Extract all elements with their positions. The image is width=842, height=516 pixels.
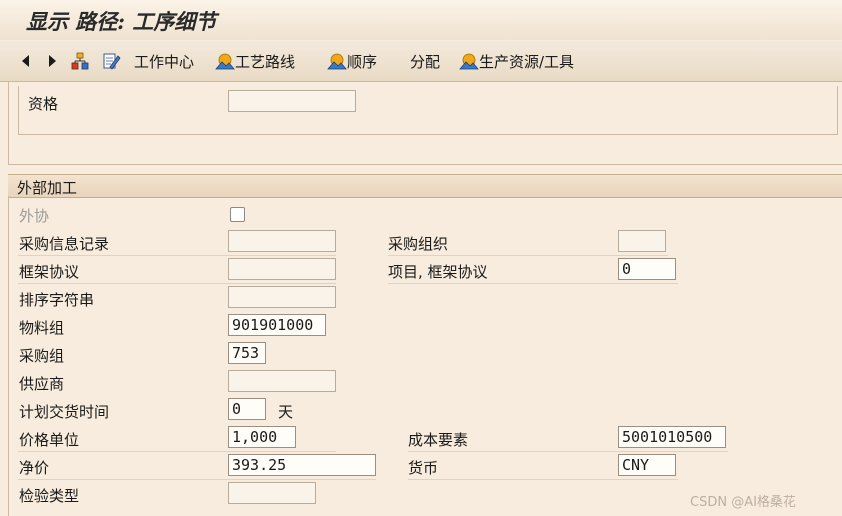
hierarchy-button[interactable]: [70, 41, 90, 81]
row-divider: [18, 479, 376, 480]
landscape-icon: [327, 53, 347, 70]
pencil-document-icon: [103, 53, 121, 70]
material-group-label: 物料组: [19, 319, 65, 337]
edit-button[interactable]: [101, 41, 121, 81]
qualification-label: 资格: [28, 95, 59, 113]
landscape-icon: [459, 53, 479, 70]
triangle-right-icon: [49, 55, 56, 67]
material-group-field[interactable]: 901901000: [228, 314, 326, 336]
work-center-label: 工作中心: [134, 52, 195, 71]
vendor-label: 供应商: [19, 375, 65, 393]
cost-element-field[interactable]: 5001010500: [618, 426, 726, 448]
row-divider: [408, 479, 678, 480]
outline-agreement-label: 框架协议: [19, 263, 80, 281]
outline-agreement-field[interactable]: [228, 258, 336, 280]
vendor-field[interactable]: [228, 370, 336, 392]
work-center-button[interactable]: 工作中心: [134, 41, 194, 81]
purchasing-group-field[interactable]: 753: [228, 342, 266, 364]
inspection-type-field[interactable]: [228, 482, 316, 504]
page-title: 显示 路径: 工序细节: [26, 9, 217, 34]
triangle-left-icon: [22, 55, 29, 67]
row-divider: [18, 283, 336, 284]
application-toolbar: 工作中心 工艺路线 顺序 分配 生产资源/工具: [0, 41, 842, 82]
next-button[interactable]: [42, 41, 62, 81]
allocation-label: 分配: [410, 52, 441, 71]
net-price-field[interactable]: 393.25: [228, 454, 376, 476]
agreement-item-field[interactable]: 0: [618, 258, 676, 280]
agreement-item-label: 项目, 框架协议: [388, 263, 488, 281]
external-processing-title: 外部加工: [17, 179, 78, 197]
inspection-type-label: 检验类型: [19, 487, 80, 505]
row-divider: [388, 255, 668, 256]
landscape-icon: [215, 53, 235, 70]
purchasing-org-label: 采购组织: [388, 235, 449, 253]
row-divider: [18, 451, 336, 452]
title-bar: 显示 路径: 工序细节: [0, 0, 842, 40]
watermark: CSDN @AI格桑花: [690, 495, 796, 510]
price-unit-field[interactable]: 1,000: [228, 426, 296, 448]
allocation-button[interactable]: 分配: [410, 41, 440, 81]
general-data-group: [18, 86, 838, 135]
purchasing-group-label: 采购组: [19, 347, 65, 365]
row-divider: [18, 255, 336, 256]
info-record-field[interactable]: [228, 230, 336, 252]
sort-string-label: 排序字符串: [19, 291, 95, 309]
planned-delivery-time-label: 计划交货时间: [19, 403, 110, 421]
row-divider: [408, 451, 728, 452]
purchasing-org-field[interactable]: [618, 230, 666, 252]
sequence-button[interactable]: 顺序: [327, 41, 377, 81]
hierarchy-icon: [71, 52, 89, 70]
routing-label: 工艺路线: [235, 52, 296, 71]
currency-field[interactable]: CNY: [618, 454, 676, 476]
price-unit-label: 价格单位: [19, 431, 80, 449]
currency-label: 货币: [408, 459, 439, 477]
planned-delivery-time-field[interactable]: 0: [228, 398, 266, 420]
sort-string-field[interactable]: [228, 286, 336, 308]
subcontracting-checkbox[interactable]: [230, 207, 245, 222]
prt-button[interactable]: 生产资源/工具: [459, 41, 574, 81]
external-processing-header: 外部加工: [8, 174, 842, 198]
sequence-label: 顺序: [347, 52, 378, 71]
info-record-label: 采购信息记录: [19, 235, 110, 253]
routing-button[interactable]: 工艺路线: [215, 41, 295, 81]
previous-button[interactable]: [16, 41, 36, 81]
days-unit-label: 天: [278, 403, 294, 421]
net-price-label: 净价: [19, 459, 50, 477]
prt-label: 生产资源/工具: [479, 52, 575, 71]
cost-element-label: 成本要素: [408, 431, 469, 449]
row-divider: [388, 283, 678, 284]
qualification-field[interactable]: [228, 90, 356, 112]
subcontracting-label: 外协: [19, 207, 50, 225]
